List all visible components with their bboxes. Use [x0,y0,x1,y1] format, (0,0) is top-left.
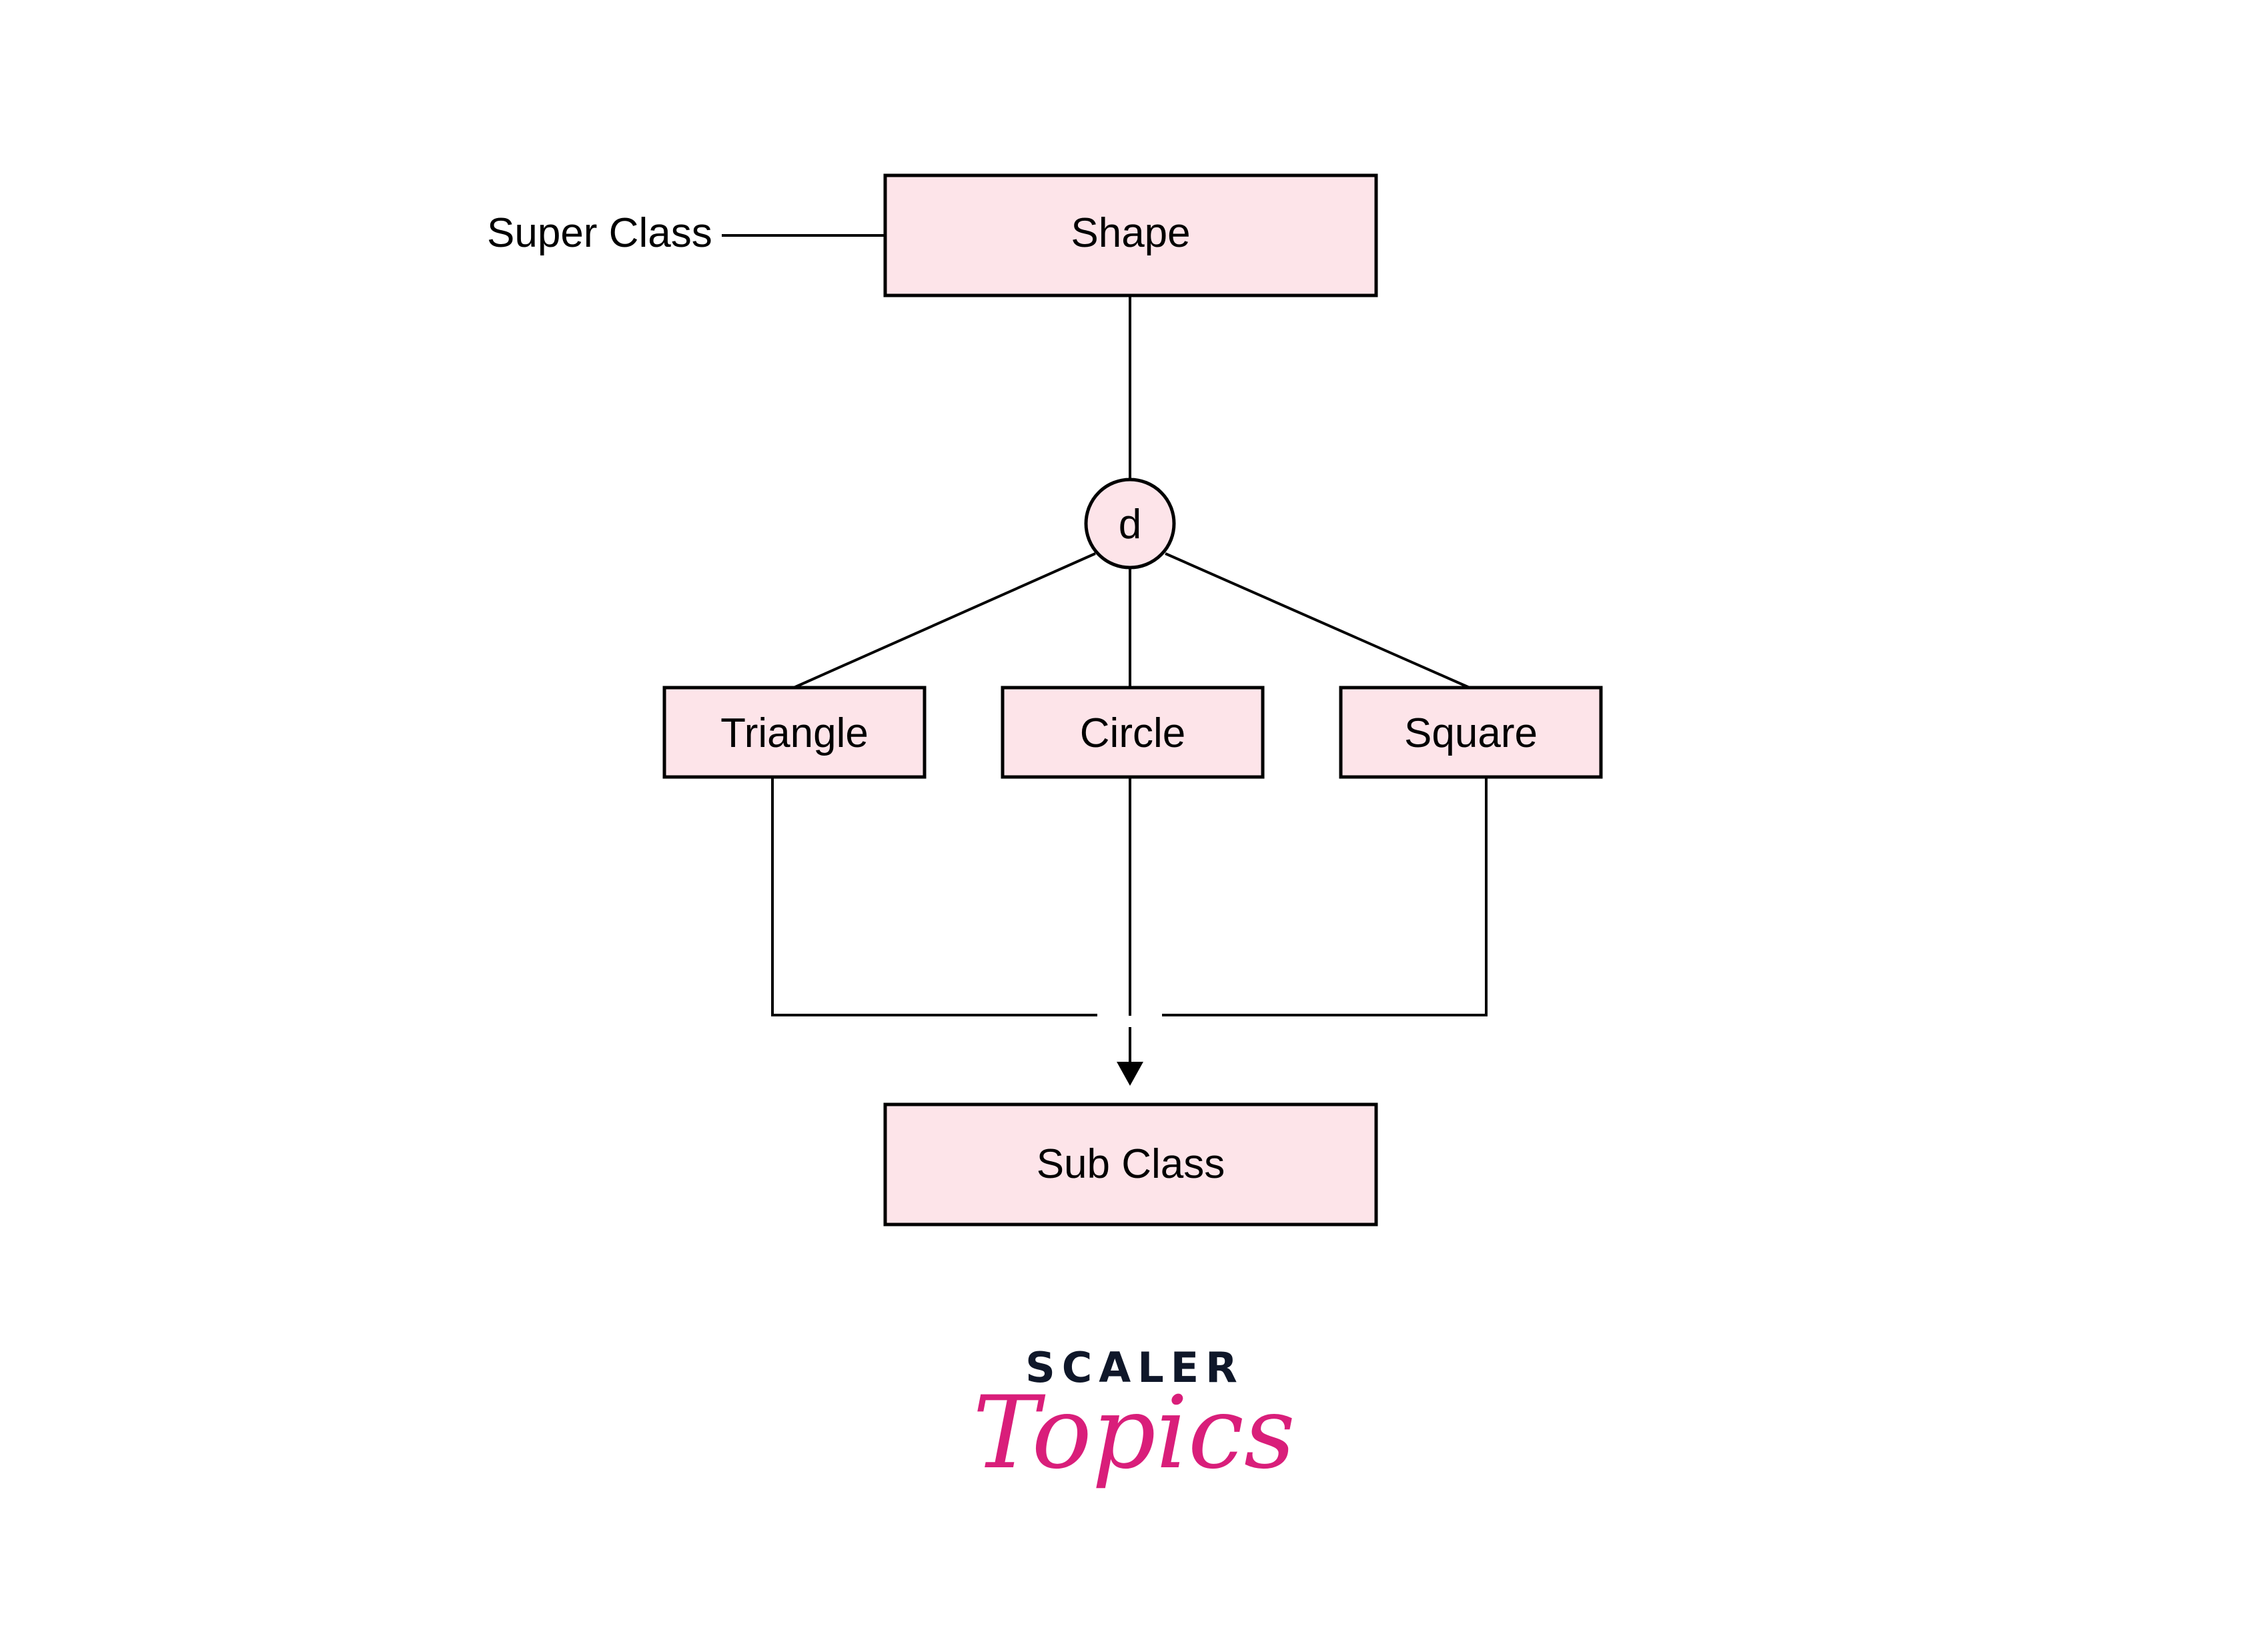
square-merge-edge [1162,777,1488,1016]
specialization-diagram: Super Class Shape d Triangle Circle Squa… [487,173,1603,1491]
child-label-square: Square [1404,710,1538,756]
edge-to-triangle [793,552,1096,689]
child-node-square: Square [1339,686,1603,779]
parent-node-shape: Shape [883,173,1378,297]
child-label-triangle: Triangle [720,710,869,756]
edge-to-square [1165,552,1470,689]
child-label-circle: Circle [1080,710,1185,756]
disjoint-symbol: d [1119,502,1141,548]
triangle-merge-edge [771,777,1097,1016]
parent-label: Shape [1071,210,1190,256]
sub-class-node: Sub Class [883,1102,1378,1227]
child-node-circle: Circle [1001,686,1265,779]
logo-product-text: Topics [973,1375,1295,1491]
sub-class-label: Sub Class [1037,1141,1225,1187]
scaler-topics-logo: SCALER Topics [973,1343,1295,1491]
child-node-triangle: Triangle [662,686,927,779]
super-class-label: Super Class [487,210,712,256]
specialization-node: d [1084,478,1176,570]
arrow-head-icon [1117,1062,1143,1086]
